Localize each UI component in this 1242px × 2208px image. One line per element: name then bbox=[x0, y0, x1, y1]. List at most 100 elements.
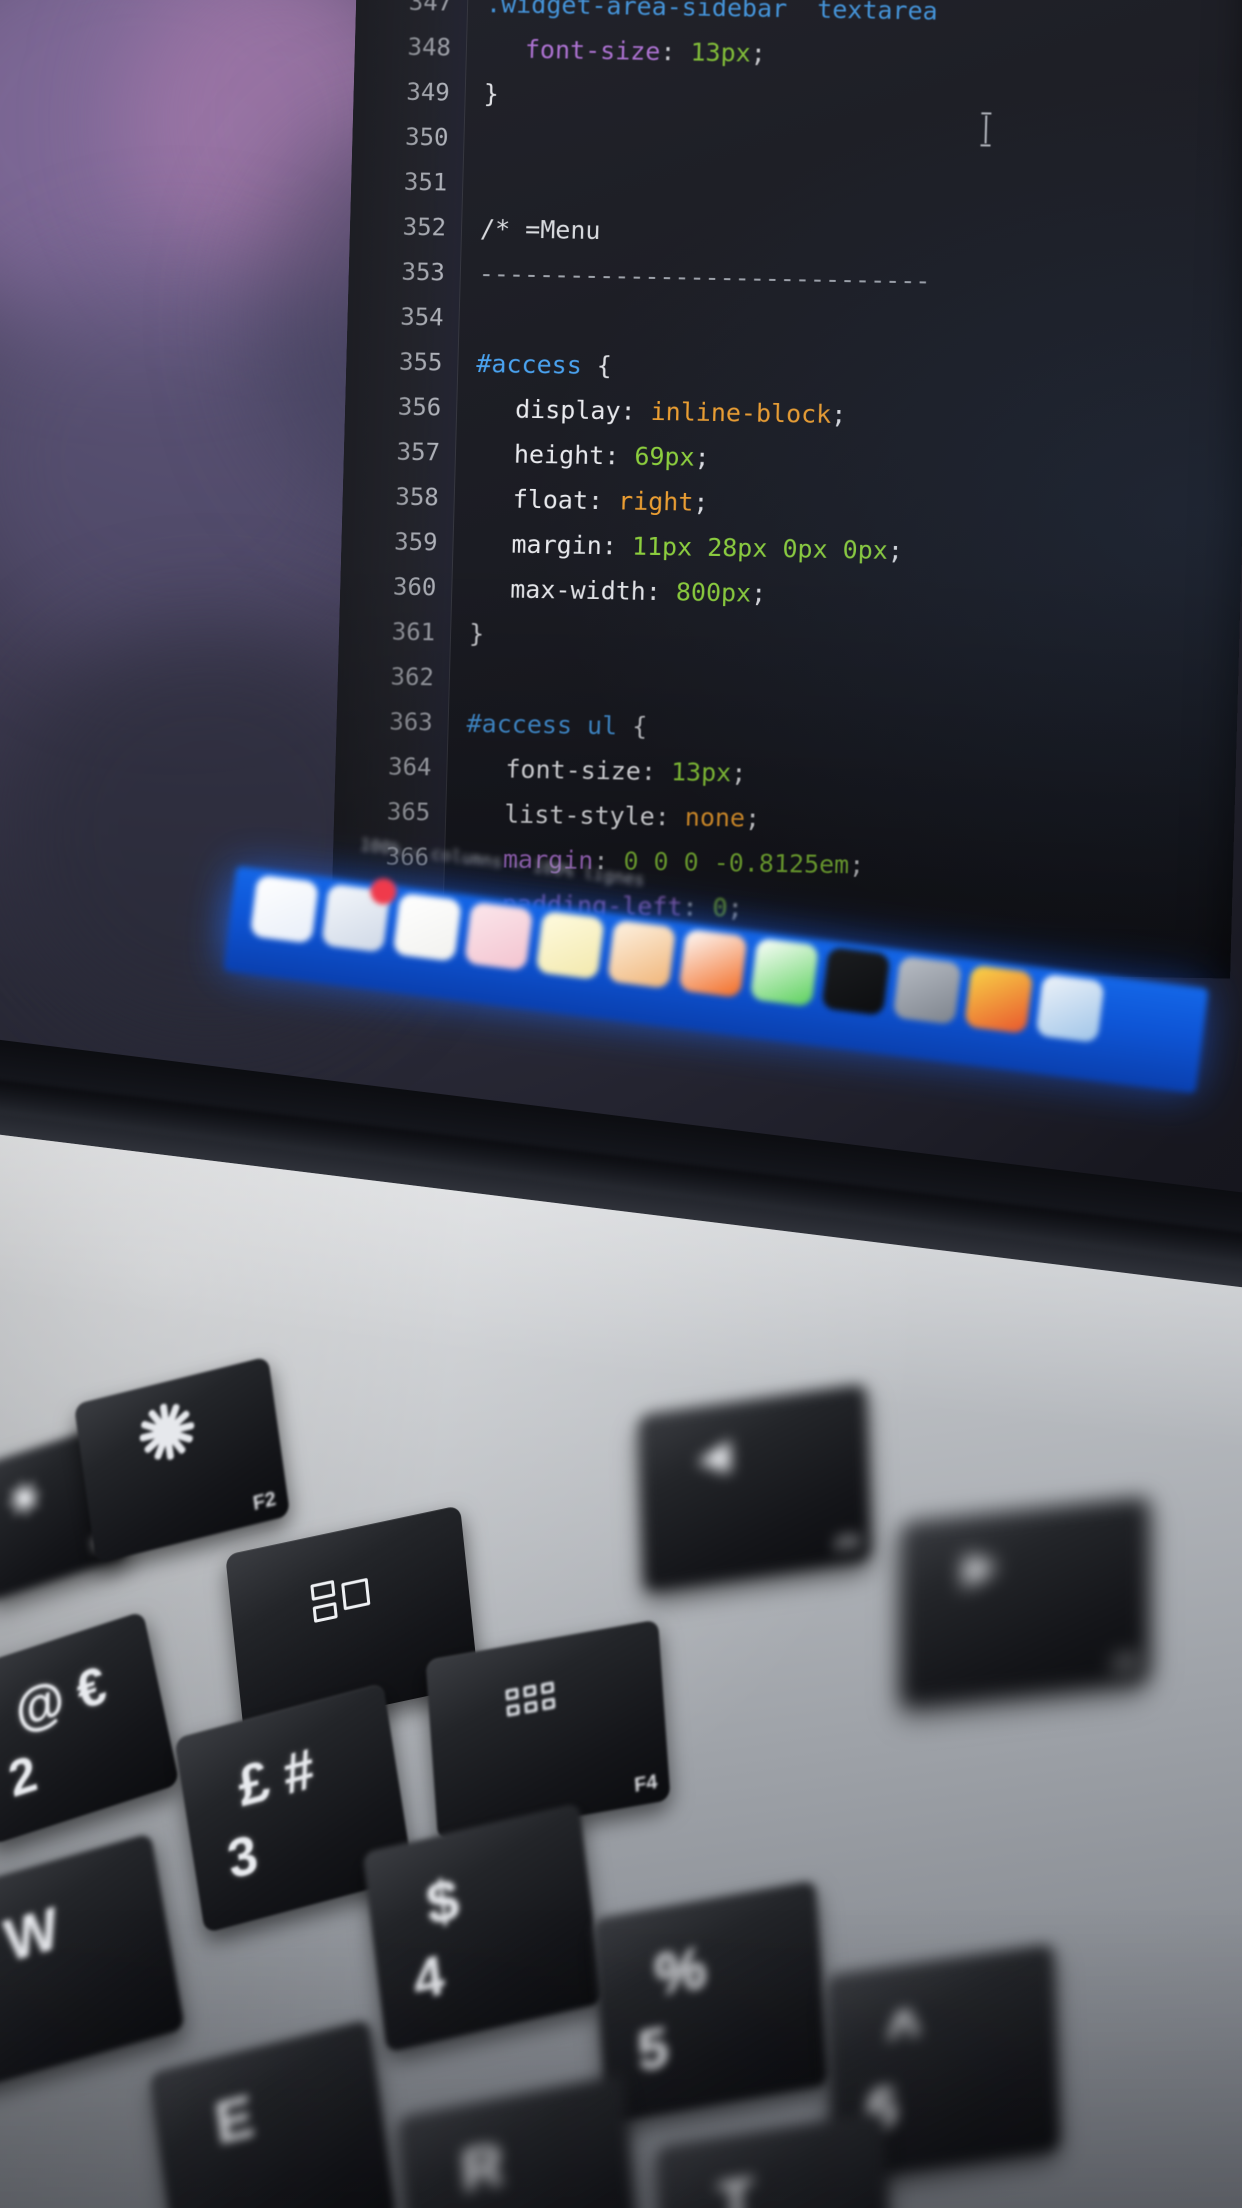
dock-item-system-prefs-icon[interactable] bbox=[892, 955, 962, 1025]
key-fn-label: F4 bbox=[633, 1770, 659, 1797]
line-number: 364 bbox=[387, 752, 432, 782]
code-line-text: font-size: 13px; bbox=[524, 27, 767, 76]
key-glyph: @ € bbox=[9, 1655, 112, 1742]
code-token: font-size bbox=[524, 34, 661, 67]
screenshot-stage: 346.widget-area-sidebar textarea347.widg… bbox=[0, 0, 1242, 2208]
key-sublabel: 3 bbox=[223, 1824, 262, 1891]
code-token: 0 0 0 -0.8125em bbox=[623, 846, 850, 880]
code-token: ; bbox=[730, 758, 747, 788]
code-token: .widget-area-sidebar bbox=[485, 0, 788, 24]
code-token: none bbox=[684, 802, 746, 833]
code-token: display bbox=[514, 394, 621, 426]
dock-item-sublime-text-icon[interactable] bbox=[964, 964, 1034, 1035]
dock-item-numbers-icon[interactable] bbox=[749, 937, 820, 1007]
code-line-text: margin: 11px 28px 0px 0px; bbox=[511, 522, 904, 573]
code-token: : bbox=[645, 576, 677, 607]
dock-item-notes-icon[interactable] bbox=[392, 892, 462, 962]
code-token: } bbox=[468, 618, 485, 649]
line-number: 350 bbox=[404, 122, 449, 152]
line-number: 354 bbox=[399, 302, 445, 332]
line-number: 357 bbox=[396, 437, 441, 467]
key-2[interactable]: @ €2 bbox=[0, 1610, 180, 1846]
code-token: ; bbox=[830, 399, 847, 430]
code-line-text: } bbox=[469, 611, 485, 656]
key-t[interactable]: T bbox=[656, 2111, 894, 2208]
code-token: ; bbox=[887, 535, 904, 566]
dock-item-keynote-icon[interactable] bbox=[678, 928, 748, 998]
key-glyph: ▶ bbox=[965, 1543, 996, 1591]
line-number: 351 bbox=[403, 167, 448, 197]
code-line-text: list-style: none; bbox=[504, 792, 761, 841]
code-line-text: /* =Menu bbox=[479, 206, 601, 253]
key-w[interactable]: W bbox=[0, 1832, 186, 2090]
line-number: 355 bbox=[398, 347, 443, 377]
key-fn-label: F5 bbox=[835, 1530, 860, 1557]
code-token: : bbox=[587, 485, 619, 516]
keyboard[interactable]: ☀F1@ €2F2F3£ #3F4$4%5^6WERT◀F5▶F6 bbox=[0, 1140, 1242, 2208]
key-glyph: ☀ bbox=[1, 1470, 48, 1529]
code-token: : bbox=[603, 441, 635, 471]
code-token: 13px bbox=[670, 757, 732, 788]
code-token: { bbox=[616, 711, 648, 741]
code-token: margin bbox=[511, 529, 603, 561]
code-line-text: float: right; bbox=[512, 477, 709, 525]
code-token: 69px bbox=[634, 441, 696, 472]
key-sublabel: 5 bbox=[635, 2015, 671, 2083]
key-glyph: W bbox=[0, 1894, 64, 1975]
dock-item-photos-icon[interactable] bbox=[464, 901, 534, 971]
key-glyph: £ # bbox=[233, 1736, 319, 1819]
code-token: right bbox=[617, 486, 694, 517]
key-f5[interactable]: ◀ F5 bbox=[638, 1383, 872, 1593]
code-token: : bbox=[601, 531, 633, 561]
dock-item-preview-icon[interactable] bbox=[606, 919, 677, 989]
key-r[interactable]: R bbox=[397, 2073, 641, 2208]
code-token: } bbox=[483, 79, 500, 109]
key-glyph: T bbox=[716, 2165, 756, 2208]
line-number: 352 bbox=[402, 212, 447, 242]
key-sublabel: 4 bbox=[410, 1943, 448, 2012]
code-token: list-style bbox=[503, 799, 656, 831]
key-glyph: ◀ bbox=[698, 1432, 731, 1481]
key-e[interactable]: E bbox=[149, 2019, 397, 2208]
key-glyph: $ bbox=[422, 1865, 463, 1938]
code-token: ; bbox=[750, 578, 767, 608]
code-line-text: max-width: 800px; bbox=[510, 567, 767, 616]
code-token: float bbox=[512, 484, 589, 515]
dock-item-pages-icon[interactable] bbox=[535, 910, 605, 980]
code-token: ; bbox=[744, 803, 761, 833]
code-token: inline-block bbox=[650, 396, 832, 429]
code-line-text: height: 69px; bbox=[513, 432, 710, 480]
key-f6[interactable]: ▶ F6 bbox=[900, 1496, 1150, 1708]
code-token: 800px bbox=[675, 577, 752, 608]
key-glyph: ^ bbox=[885, 1996, 922, 2067]
line-number: 361 bbox=[391, 617, 436, 647]
key-f2[interactable]: F2 bbox=[73, 1356, 291, 1564]
code-editor-area[interactable]: 346.widget-area-sidebar textarea347.widg… bbox=[330, 0, 1242, 979]
key-glyph: E bbox=[210, 2083, 258, 2158]
code-token: #access ul bbox=[466, 708, 618, 741]
key-fn-label: F6 bbox=[1114, 1651, 1138, 1677]
line-number: 363 bbox=[388, 707, 434, 737]
launchpad-icon bbox=[505, 1681, 556, 1718]
dock-item-terminal-icon[interactable] bbox=[821, 946, 891, 1016]
code-token: font-size bbox=[505, 754, 642, 786]
code-line-text: ------------------------------ bbox=[478, 251, 931, 303]
code-token: ; bbox=[750, 38, 767, 68]
code-token: height bbox=[513, 439, 605, 471]
line-number: 360 bbox=[392, 572, 437, 602]
dock-item-finder-icon[interactable] bbox=[249, 874, 320, 944]
code-token: : bbox=[660, 37, 691, 67]
line-number: 348 bbox=[407, 32, 452, 62]
dock-item-safari-icon[interactable] bbox=[1035, 973, 1105, 1044]
key-glyph: R bbox=[458, 2131, 506, 2205]
key-5[interactable]: % 5 bbox=[592, 1880, 830, 2124]
code-token: 13px bbox=[690, 37, 752, 68]
line-number: 356 bbox=[397, 392, 442, 422]
code-line-text: #access ul { bbox=[466, 701, 648, 749]
code-token: ------------------------------ bbox=[478, 259, 931, 296]
code-line-text: display: inline-block; bbox=[515, 387, 847, 437]
code-token: ; bbox=[848, 850, 865, 880]
brightness-up-icon bbox=[139, 1402, 195, 1461]
code-token: 11px 28px 0px 0px bbox=[631, 531, 889, 565]
code-token: : bbox=[654, 801, 686, 832]
